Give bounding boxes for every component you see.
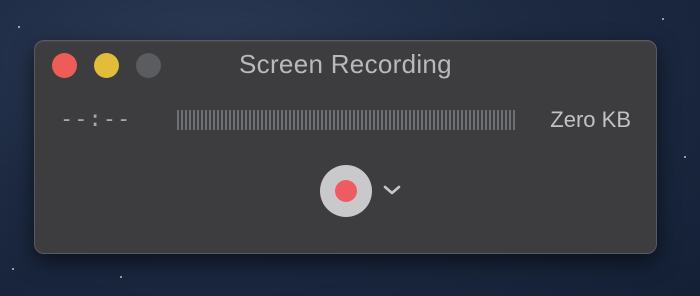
- background-star: [18, 26, 20, 28]
- window-title: Screen Recording: [239, 49, 452, 79]
- chevron-down-icon: [383, 185, 401, 195]
- options-dropdown-button[interactable]: [382, 178, 402, 202]
- record-button[interactable]: [320, 165, 372, 217]
- background-star: [662, 18, 664, 20]
- record-icon: [335, 180, 357, 202]
- background-star: [12, 268, 14, 270]
- background-star: [120, 276, 122, 278]
- elapsed-time: --:--: [60, 107, 132, 132]
- screen-recording-window: Screen Recording --:-- Zero KB: [34, 40, 657, 254]
- background-star: [684, 156, 686, 158]
- file-size: Zero KB: [550, 107, 631, 132]
- audio-level-meter: [177, 110, 517, 130]
